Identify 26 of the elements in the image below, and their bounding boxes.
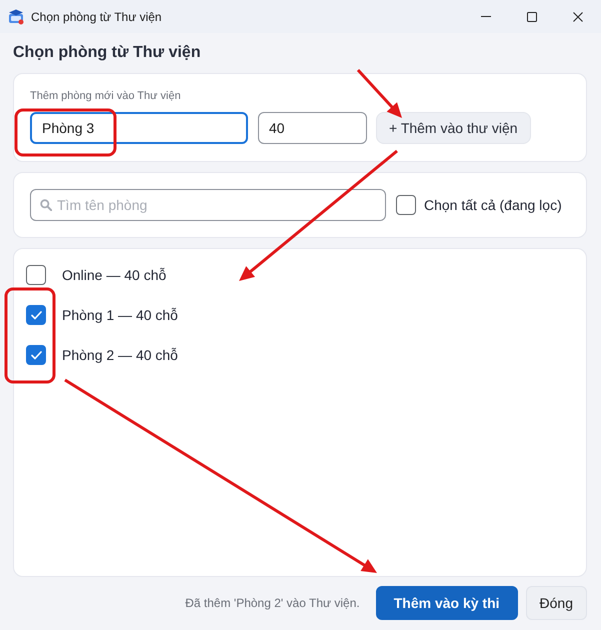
close-dialog-button[interactable]: Đóng bbox=[526, 586, 587, 620]
search-field[interactable]: Tìm tên phòng bbox=[30, 189, 386, 221]
field-label: Thêm phòng mới vào Thư viện bbox=[30, 90, 182, 102]
seats-input[interactable]: 40 bbox=[258, 112, 367, 144]
room-checkbox[interactable] bbox=[26, 265, 46, 285]
room-label: Phòng 2 — 40 chỗ bbox=[62, 347, 178, 363]
room-checkbox[interactable] bbox=[26, 305, 46, 325]
close-icon bbox=[573, 12, 583, 22]
maximize-icon bbox=[527, 12, 537, 22]
checkmark-icon bbox=[30, 350, 42, 360]
status-message: Đã thêm 'Phòng 2' vào Thư viện. bbox=[185, 596, 360, 610]
checkmark-icon bbox=[30, 310, 42, 320]
annotation-arrow bbox=[356, 68, 402, 118]
add-to-exam-button[interactable]: Thêm vào kỳ thi bbox=[376, 586, 518, 620]
room-name-input[interactable]: Phòng 3 bbox=[30, 112, 248, 144]
window-title: Chọn phòng từ Thư viện bbox=[31, 10, 163, 24]
select-all-label: Chọn tất cả (đang lọc) bbox=[424, 197, 562, 213]
select-all-checkbox[interactable] bbox=[396, 195, 416, 215]
minimize-icon bbox=[481, 16, 491, 17]
room-label: Online — 40 chỗ bbox=[62, 267, 166, 283]
graduation-cap-icon bbox=[8, 8, 24, 24]
add-to-library-button[interactable]: + Thêm vào thư viện bbox=[376, 112, 531, 144]
room-checkbox[interactable] bbox=[26, 345, 46, 365]
search-icon bbox=[40, 199, 52, 211]
dialog-heading: Chọn phòng từ Thư viện bbox=[13, 43, 202, 63]
room-label: Phòng 1 — 40 chỗ bbox=[62, 307, 178, 323]
